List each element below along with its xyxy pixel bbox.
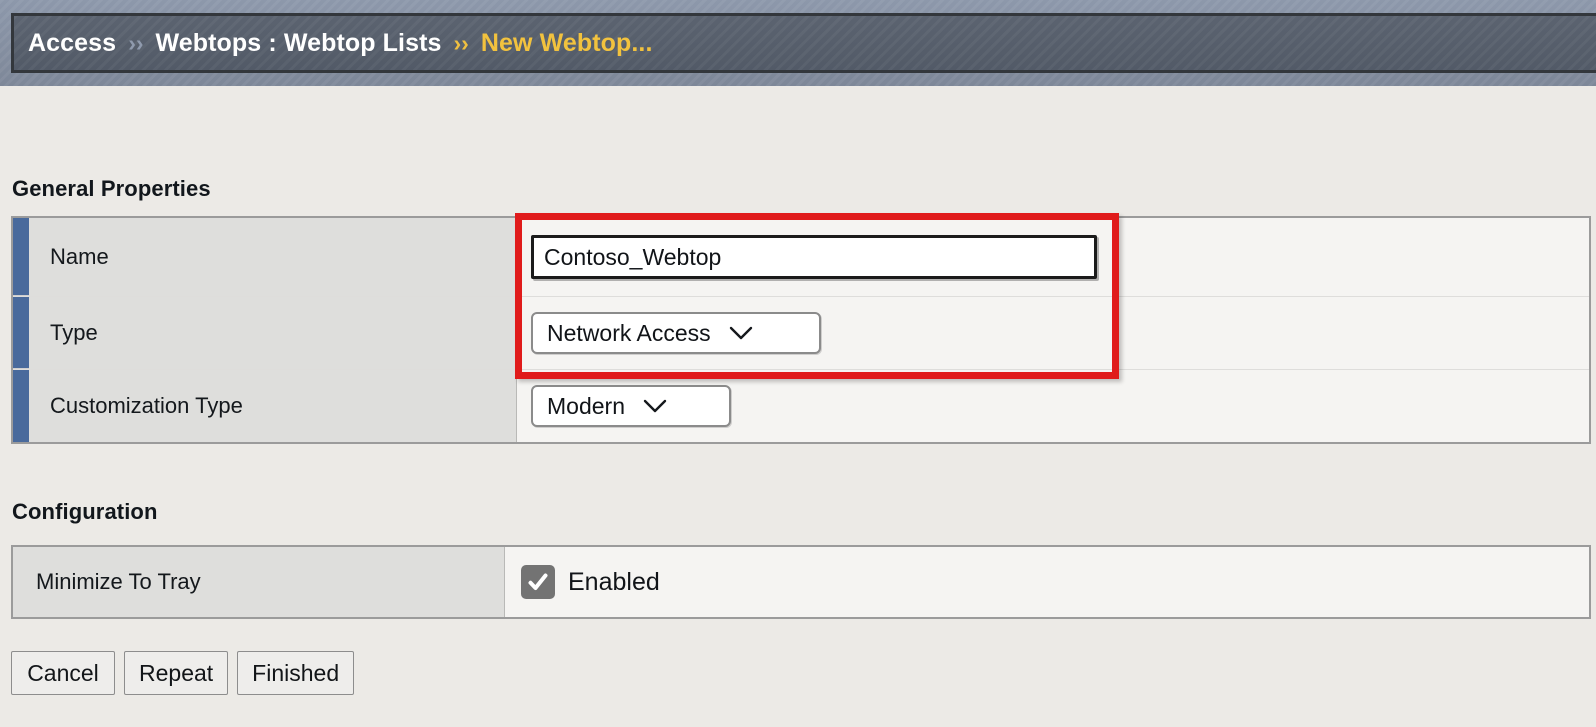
label-name: Name — [29, 218, 517, 296]
name-input[interactable] — [531, 235, 1097, 279]
label-customization-type-text: Customization Type — [50, 393, 243, 418]
value-cell-name — [517, 218, 1589, 296]
customization-type-select-value: Modern — [547, 392, 625, 419]
configuration-table: Minimize To Tray Enabled — [11, 545, 1591, 619]
configuration-heading: Configuration — [12, 499, 158, 524]
table-row-customization-type: Customization Type Modern — [13, 370, 1589, 442]
breadcrumb-item-new-webtop: New Webtop... — [480, 28, 653, 57]
row-accent-bar — [13, 370, 29, 442]
label-name-text: Name — [50, 244, 109, 269]
type-select-value: Network Access — [547, 319, 711, 346]
table-row-type: Type Network Access — [13, 297, 1589, 370]
row-accent-bar — [13, 218, 29, 296]
label-type: Type — [29, 297, 517, 369]
label-type-text: Type — [50, 320, 98, 345]
checkmark-icon[interactable] — [521, 565, 555, 599]
finished-button[interactable]: Finished — [237, 651, 355, 695]
row-accent-bar — [13, 297, 29, 369]
cancel-button[interactable]: Cancel — [11, 651, 115, 695]
breadcrumb-separator-1: ›› — [128, 29, 144, 56]
chevron-down-icon — [729, 325, 753, 341]
repeat-button[interactable]: Repeat — [124, 651, 229, 695]
breadcrumb-separator-2: ›› — [453, 29, 469, 56]
breadcrumb-header: Access ›› Webtops : Webtop Lists ›› New … — [11, 13, 1596, 73]
minimize-to-tray-checkbox-label: Enabled — [568, 567, 660, 596]
value-cell-customization-type: Modern — [517, 370, 1589, 442]
value-cell-type: Network Access — [517, 297, 1589, 369]
label-minimize-to-tray-text: Minimize To Tray — [36, 569, 201, 594]
chevron-down-icon — [643, 398, 667, 414]
breadcrumb-item-access[interactable]: Access — [28, 29, 116, 58]
general-properties-table: Name Type Network Access Customization T… — [11, 216, 1591, 444]
minimize-to-tray-checkbox-group[interactable]: Enabled — [519, 565, 660, 599]
breadcrumb-item-webtop-lists[interactable]: Webtops : Webtop Lists — [156, 29, 442, 58]
table-row-minimize-to-tray: Minimize To Tray Enabled — [13, 547, 1589, 617]
label-customization-type: Customization Type — [29, 370, 517, 442]
customization-type-select[interactable]: Modern — [531, 385, 731, 427]
form-button-bar: Cancel Repeat Finished — [11, 651, 355, 695]
type-select[interactable]: Network Access — [531, 312, 821, 354]
table-row-name: Name — [13, 218, 1589, 297]
value-cell-minimize-to-tray: Enabled — [505, 547, 1589, 617]
label-minimize-to-tray: Minimize To Tray — [13, 547, 505, 617]
general-properties-heading: General Properties — [12, 176, 211, 201]
